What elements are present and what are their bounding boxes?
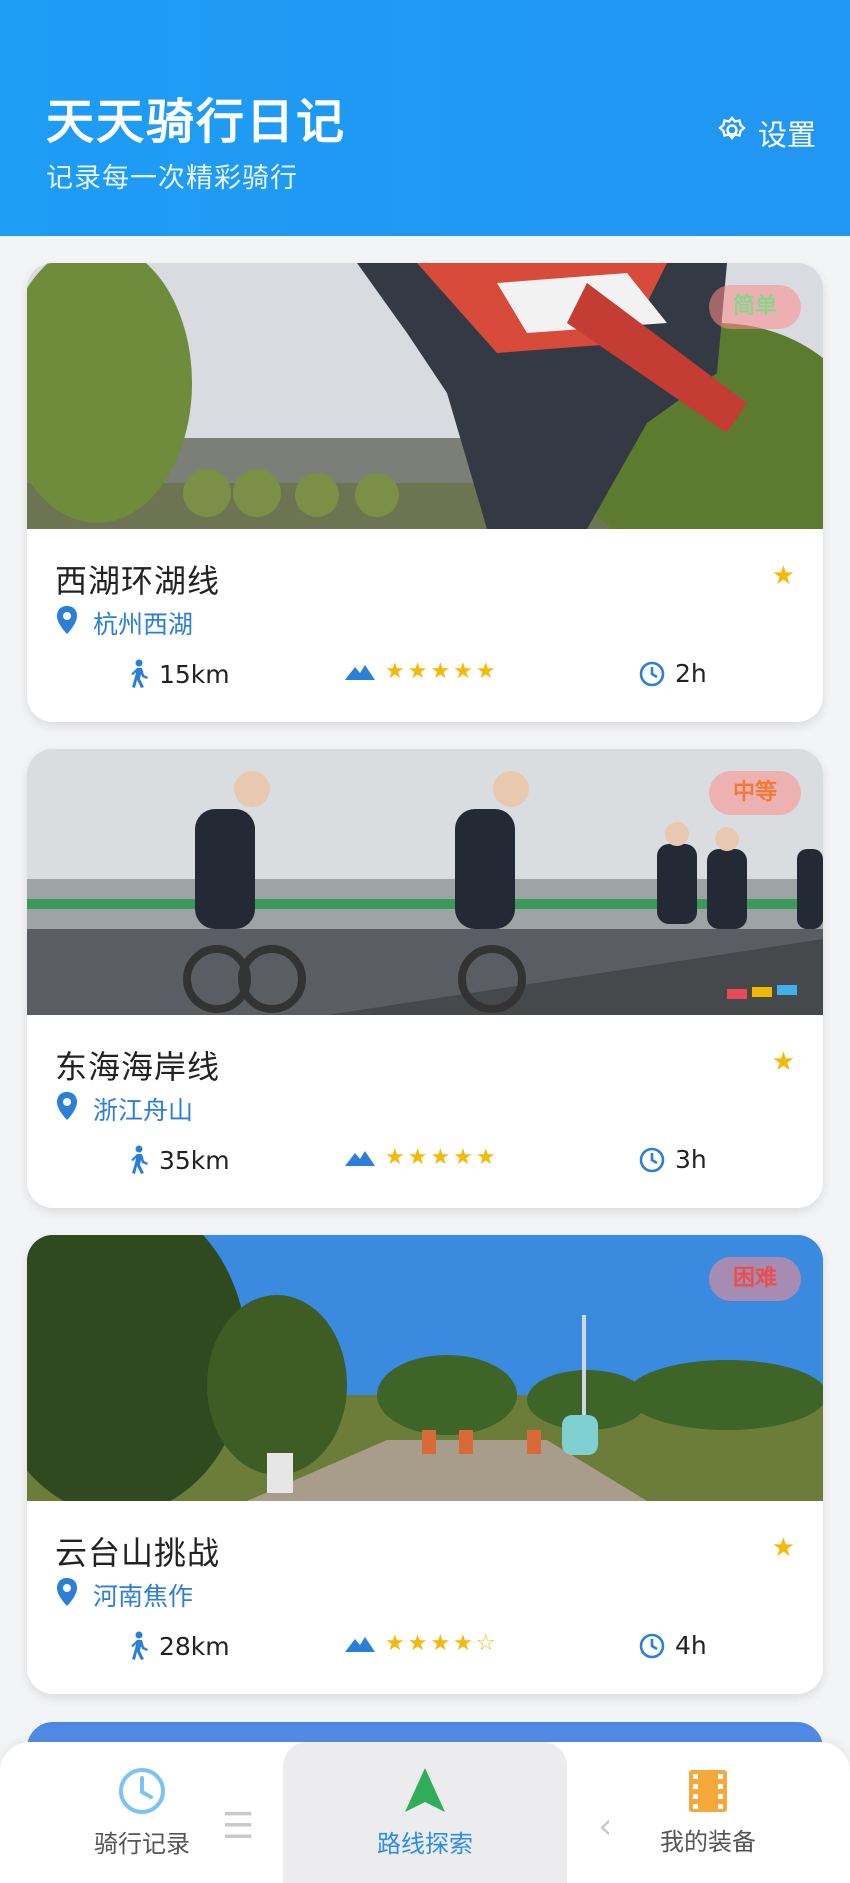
duration-value: 3h bbox=[675, 1145, 707, 1174]
duration-stat: 2h bbox=[639, 659, 707, 688]
difficulty-badge: 简单 bbox=[708, 285, 801, 329]
app-header: 天天骑行日记 记录每一次精彩骑行 设置 bbox=[0, 0, 850, 236]
route-location: 浙江舟山 bbox=[55, 1091, 193, 1127]
location-pin-icon bbox=[55, 1577, 79, 1613]
distance-value: 15km bbox=[159, 659, 230, 689]
clock-icon bbox=[639, 661, 665, 687]
settings-label: 设置 bbox=[757, 118, 816, 152]
location-label: 浙江舟山 bbox=[93, 1096, 194, 1125]
difficulty-stars: ★★★★★ bbox=[385, 659, 499, 684]
location-label: 河南焦作 bbox=[93, 1582, 194, 1611]
tab-label: 我的装备 bbox=[660, 1828, 756, 1856]
walker-icon bbox=[127, 659, 149, 689]
route-photo: 简单 bbox=[27, 263, 823, 529]
location-pin-icon bbox=[55, 1091, 79, 1127]
location-pin-icon bbox=[55, 605, 79, 641]
walker-icon bbox=[127, 1145, 149, 1175]
app-subtitle: 记录每一次精彩骑行 bbox=[46, 163, 298, 194]
mountain-icon bbox=[345, 1149, 375, 1167]
walker-icon bbox=[127, 1631, 149, 1661]
bottom-tab-bar: 骑行记录 路线探索 我的装备 bbox=[0, 1742, 850, 1883]
route-stats: 15km ★★★★★ 2h bbox=[27, 659, 823, 699]
difficulty-stat: ★★★★★ bbox=[345, 659, 499, 684]
route-name: 西湖环湖线 bbox=[55, 562, 221, 600]
difficulty-stat: ★★★★★ bbox=[345, 1145, 499, 1170]
difficulty-stat: ★★★★☆ bbox=[345, 1631, 499, 1656]
clock-icon bbox=[117, 1766, 167, 1816]
route-stats: 28km ★★★★☆ 4h bbox=[27, 1631, 823, 1671]
favorite-star-icon[interactable]: ★ bbox=[772, 1533, 795, 1563]
tab-route-explore[interactable]: 路线探索 bbox=[283, 1742, 567, 1883]
tab-label: 路线探索 bbox=[377, 1830, 473, 1858]
route-photo: 困难 bbox=[27, 1235, 823, 1501]
clock-icon bbox=[639, 1147, 665, 1173]
route-name: 云台山挑战 bbox=[55, 1534, 221, 1572]
favorite-star-icon[interactable]: ★ bbox=[772, 561, 795, 591]
route-card[interactable]: 简单 西湖环湖线 ★ 杭州西湖 15km ★★★★★ 2h bbox=[27, 263, 823, 722]
route-photo: 中等 bbox=[27, 749, 823, 1015]
distance-stat: 15km bbox=[127, 659, 230, 689]
duration-value: 2h bbox=[675, 659, 707, 688]
distance-value: 28km bbox=[159, 1631, 230, 1661]
duration-value: 4h bbox=[675, 1631, 707, 1660]
route-stats: 35km ★★★★★ 3h bbox=[27, 1145, 823, 1185]
duration-stat: 4h bbox=[639, 1631, 707, 1660]
navigation-arrow-icon bbox=[403, 1766, 447, 1816]
favorite-star-icon[interactable]: ★ bbox=[772, 1047, 795, 1077]
difficulty-stars: ★★★★★ bbox=[385, 1145, 499, 1170]
difficulty-stars: ★★★★☆ bbox=[385, 1631, 499, 1656]
difficulty-badge: 中等 bbox=[708, 771, 801, 815]
distance-stat: 35km bbox=[127, 1145, 230, 1175]
route-card[interactable]: 困难 云台山挑战 ★ 河南焦作 28km ★★★★☆ 4h bbox=[27, 1235, 823, 1694]
duration-stat: 3h bbox=[639, 1145, 707, 1174]
difficulty-badge: 困难 bbox=[708, 1257, 801, 1301]
tab-label: 骑行记录 bbox=[94, 1830, 190, 1858]
distance-value: 35km bbox=[159, 1145, 230, 1175]
gear-icon bbox=[716, 114, 748, 153]
mountain-icon bbox=[345, 663, 375, 681]
mountain-icon bbox=[345, 1635, 375, 1653]
location-label: 杭州西湖 bbox=[93, 610, 194, 639]
route-name: 东海海岸线 bbox=[55, 1048, 221, 1086]
route-location: 杭州西湖 bbox=[55, 605, 193, 641]
app-title: 天天骑行日记 bbox=[46, 94, 347, 150]
settings-button[interactable]: 设置 bbox=[716, 112, 816, 154]
route-card[interactable]: 中等 东海海岸线 ★ 浙江舟山 35km ★★★★★ 3h bbox=[27, 749, 823, 1208]
menu-handle-icon: ☰ bbox=[222, 1806, 255, 1847]
distance-stat: 28km bbox=[127, 1631, 230, 1661]
film-strip-icon bbox=[687, 1768, 729, 1814]
route-location: 河南焦作 bbox=[55, 1577, 193, 1613]
clock-icon bbox=[639, 1633, 665, 1659]
back-chevron-icon: ‹ bbox=[598, 1806, 613, 1847]
